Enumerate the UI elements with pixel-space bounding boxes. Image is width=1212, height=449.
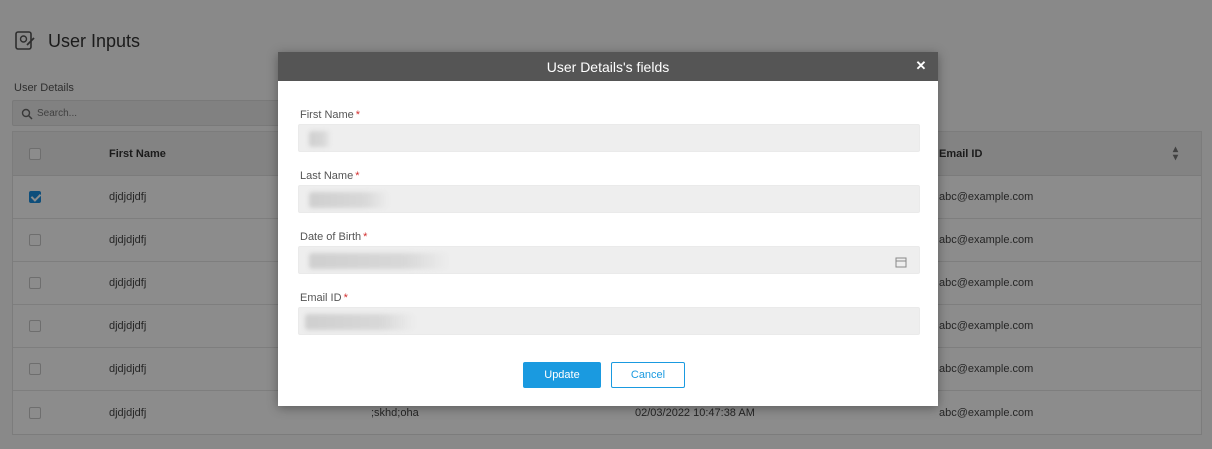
- calendar-icon[interactable]: [895, 255, 907, 268]
- first-name-field[interactable]: [298, 124, 920, 152]
- first-name-label: First Name *: [300, 109, 361, 121]
- last-name-field[interactable]: [298, 185, 920, 213]
- email-field[interactable]: [298, 307, 920, 335]
- dialog-title: User Details's fields: [546, 58, 670, 75]
- date-of-birth-label: Date of Birth *: [300, 231, 368, 243]
- close-icon[interactable]: ✕: [914, 59, 928, 73]
- cancel-button[interactable]: Cancel: [611, 362, 685, 388]
- email-label: Email ID *: [300, 292, 348, 304]
- last-name-label: Last Name *: [300, 170, 360, 182]
- update-button[interactable]: Update: [523, 362, 601, 388]
- dialog-header: User Details's fields ✕: [278, 52, 938, 81]
- user-details-dialog: User Details's fields ✕ First Name * Last…: [278, 52, 938, 406]
- date-of-birth-field[interactable]: [298, 246, 920, 274]
